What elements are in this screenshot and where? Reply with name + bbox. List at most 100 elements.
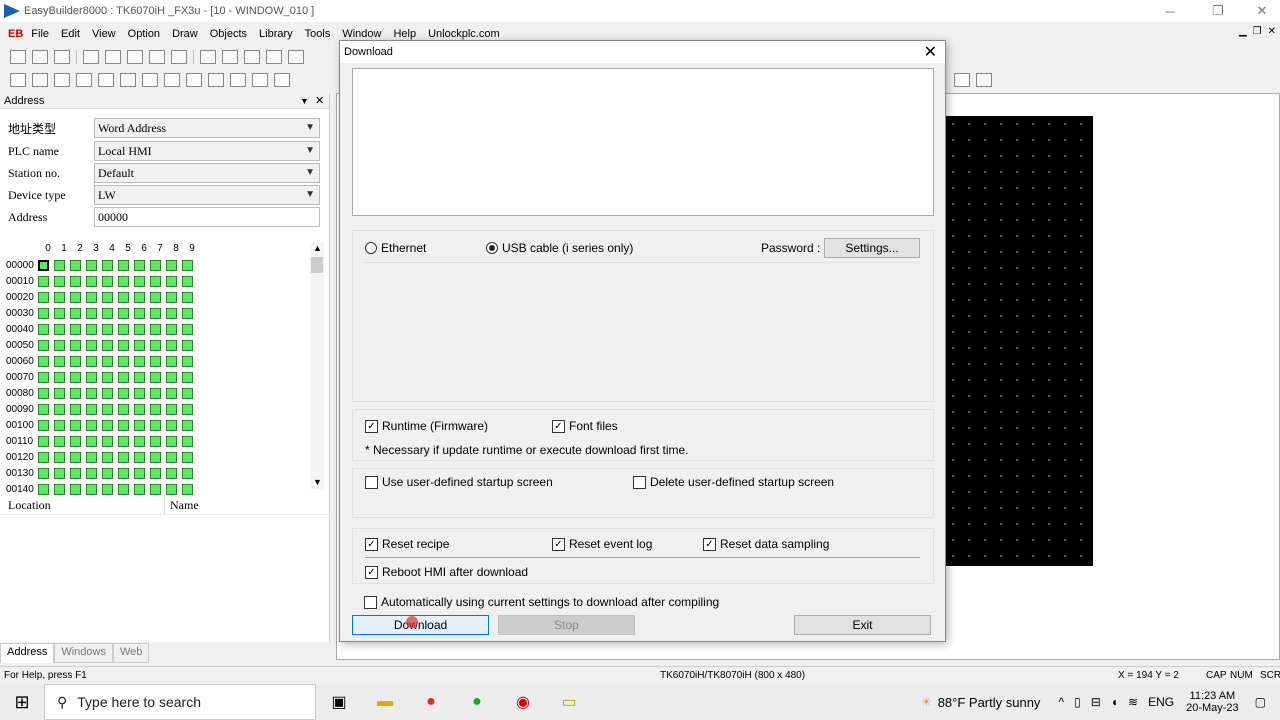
text-icon[interactable]: [230, 73, 246, 87]
address-cell[interactable]: [118, 403, 129, 415]
address-cell[interactable]: [182, 355, 193, 367]
address-cell[interactable]: [38, 307, 49, 319]
wifi-icon[interactable]: ≋: [1128, 695, 1138, 709]
address-cell[interactable]: [54, 451, 65, 463]
address-cell[interactable]: [54, 339, 65, 351]
station-select[interactable]: Default ▼: [94, 163, 320, 183]
taskbar-search[interactable]: ⚲ Type here to search: [44, 684, 316, 720]
address-cell[interactable]: [166, 307, 177, 319]
address-cell[interactable]: [150, 291, 161, 303]
address-cell[interactable]: [102, 323, 113, 335]
address-cell[interactable]: [134, 355, 145, 367]
address-cell[interactable]: [166, 403, 177, 415]
address-cell[interactable]: [150, 259, 161, 271]
address-cell[interactable]: [102, 387, 113, 399]
address-cell[interactable]: [182, 387, 193, 399]
address-cell[interactable]: [102, 403, 113, 415]
address-cell[interactable]: [134, 371, 145, 383]
volume-icon[interactable]: ◖: [1111, 695, 1118, 709]
address-cell[interactable]: [54, 483, 65, 495]
address-cell[interactable]: [182, 435, 193, 447]
address-cell[interactable]: [38, 355, 49, 367]
address-cell[interactable]: [102, 259, 113, 271]
address-cell[interactable]: [86, 419, 97, 431]
address-cell[interactable]: [38, 387, 49, 399]
maximize-icon[interactable]: ❐: [1196, 0, 1240, 22]
address-cell[interactable]: [118, 339, 129, 351]
wechat-icon[interactable]: ●: [454, 684, 500, 720]
usb-radio[interactable]: USB cable (i series only): [486, 241, 633, 255]
mdi-restore-icon[interactable]: ❐: [1253, 26, 1262, 37]
address-cell[interactable]: [150, 323, 161, 335]
tab-web[interactable]: Web: [112, 643, 150, 663]
address-cell[interactable]: [70, 435, 81, 447]
address-cell[interactable]: [54, 355, 65, 367]
address-cell[interactable]: [38, 451, 49, 463]
font-files-checkbox[interactable]: ✓ Font files: [552, 419, 618, 433]
settings-button[interactable]: Settings...: [824, 238, 920, 258]
address-cell[interactable]: [166, 467, 177, 479]
grid-scrollbar[interactable]: ▲ ▼: [310, 243, 324, 489]
help-icon[interactable]: [222, 50, 238, 64]
circle-icon[interactable]: [120, 73, 136, 87]
address-cell[interactable]: [182, 323, 193, 335]
ethernet-radio[interactable]: Ethernet: [365, 241, 426, 255]
address-cell[interactable]: [182, 339, 193, 351]
address-cell[interactable]: [54, 307, 65, 319]
windows-start-icon[interactable]: ⊞: [0, 684, 44, 720]
address-cell[interactable]: [54, 291, 65, 303]
address-cell[interactable]: [150, 435, 161, 447]
address-cell[interactable]: [102, 275, 113, 287]
address-cell[interactable]: [150, 355, 161, 367]
address-cell[interactable]: [182, 259, 193, 271]
address-cell[interactable]: [38, 291, 49, 303]
notification-icon[interactable]: ▢: [1255, 695, 1266, 709]
address-cell[interactable]: [118, 291, 129, 303]
chrome-icon[interactable]: ●: [408, 684, 454, 720]
address-type-select[interactable]: Word Address ▼: [94, 118, 320, 138]
address-cell[interactable]: [134, 259, 145, 271]
address-cell[interactable]: [54, 419, 65, 431]
rectangle-icon[interactable]: [164, 73, 180, 87]
stop-button[interactable]: Stop: [498, 615, 635, 635]
address-cell[interactable]: [166, 275, 177, 287]
address-cell[interactable]: [54, 259, 65, 271]
exit-button[interactable]: Exit: [794, 615, 931, 635]
address-cell[interactable]: [150, 483, 161, 495]
address-cell[interactable]: [182, 467, 193, 479]
address-cell[interactable]: [70, 483, 81, 495]
undo-icon[interactable]: [149, 50, 165, 64]
address-cell[interactable]: [38, 419, 49, 431]
address-cell[interactable]: [166, 259, 177, 271]
address-cell[interactable]: [70, 419, 81, 431]
address-cell[interactable]: [118, 419, 129, 431]
address-cell[interactable]: [134, 483, 145, 495]
pointer-icon[interactable]: [10, 73, 26, 87]
address-cell[interactable]: [134, 307, 145, 319]
address-cell[interactable]: [70, 259, 81, 271]
address-cell[interactable]: [86, 403, 97, 415]
address-cell[interactable]: [182, 451, 193, 463]
scroll-down-icon[interactable]: ▼: [313, 477, 322, 487]
address-cell[interactable]: [70, 451, 81, 463]
address-cell[interactable]: [86, 483, 97, 495]
menu-objects[interactable]: Objects: [210, 28, 247, 40]
save-icon[interactable]: [54, 50, 70, 64]
address-cell[interactable]: [38, 259, 49, 271]
address-cell[interactable]: [134, 387, 145, 399]
address-cell[interactable]: [86, 275, 97, 287]
mdi-minimize-icon[interactable]: ▁: [1239, 26, 1247, 37]
address-cell[interactable]: [150, 307, 161, 319]
address-cell[interactable]: [134, 323, 145, 335]
address-cell[interactable]: [182, 371, 193, 383]
address-cell[interactable]: [150, 451, 161, 463]
address-cell[interactable]: [54, 435, 65, 447]
close-icon[interactable]: ✕: [1240, 0, 1280, 22]
address-cell[interactable]: [86, 307, 97, 319]
address-cell[interactable]: [134, 451, 145, 463]
address-cell[interactable]: [134, 403, 145, 415]
use-startup-checkbox[interactable]: Use user-defined startup screen: [365, 475, 553, 489]
address-cell[interactable]: [54, 275, 65, 287]
address-cell[interactable]: [38, 403, 49, 415]
address-cell[interactable]: [182, 483, 193, 495]
